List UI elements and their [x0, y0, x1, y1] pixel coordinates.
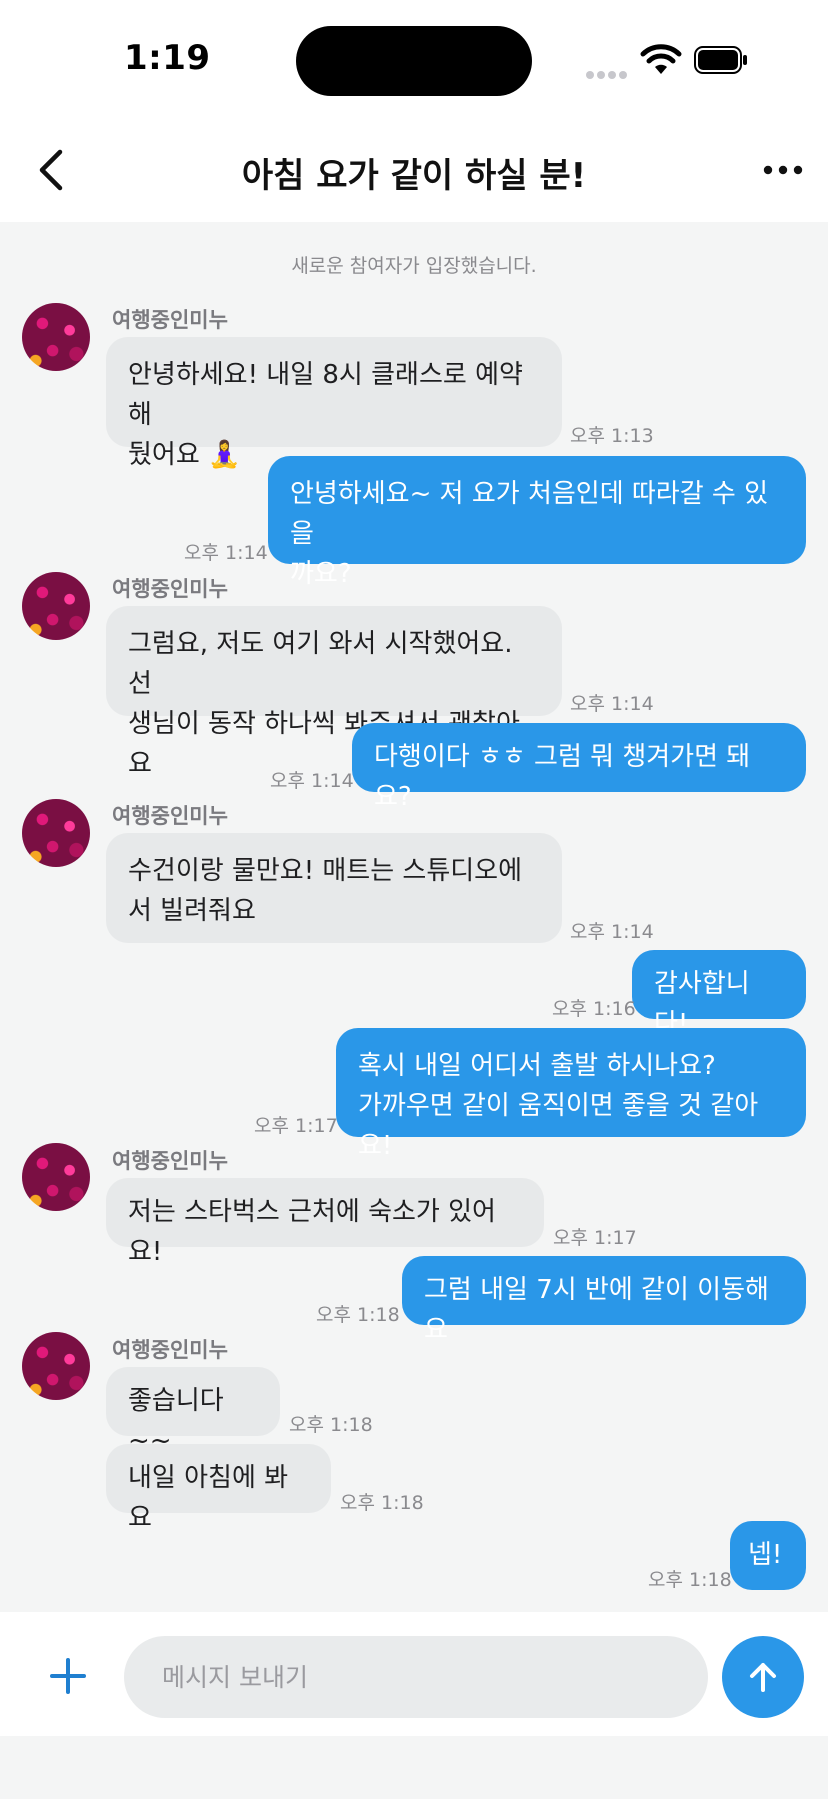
avatar[interactable] [22, 1332, 90, 1400]
message-bubble-incoming[interactable]: 좋습니다~~ [106, 1367, 280, 1456]
sender-name: 여행중인미누 [112, 1149, 228, 1173]
message-bubble-incoming[interactable]: 저는 스타벅스 근처에 숙소가 있어요! [106, 1178, 544, 1267]
message-bubble-outgoing[interactable]: 감사합니다! [632, 950, 806, 1039]
avatar[interactable] [22, 572, 90, 640]
sender-name: 여행중인미누 [112, 308, 228, 332]
status-time: 1:19 [124, 38, 211, 78]
chat-header: 아침 요가 같이 하실 분! [0, 120, 828, 222]
arrow-up-icon [750, 1663, 776, 1692]
message-time: 오후 1:18 [648, 1569, 732, 1591]
sender-name: 여행중인미누 [112, 1338, 228, 1362]
message-bubble-incoming[interactable]: 안녕하세요! 내일 8시 클래스로 예약해 뒀어요 🧘‍♀️ [106, 337, 562, 470]
avatar[interactable] [22, 303, 90, 371]
send-button[interactable] [722, 1636, 804, 1718]
avatar[interactable] [22, 799, 90, 867]
message-bubble-outgoing[interactable]: 혹시 내일 어디서 출발 하시나요? 가까우면 같이 움직이면 좋을 것 같아요… [336, 1028, 806, 1161]
message-time: 오후 1:17 [553, 1227, 637, 1249]
message-input[interactable] [124, 1636, 708, 1718]
message-time: 오후 1:14 [570, 693, 654, 715]
dynamic-island [296, 26, 532, 96]
message-time: 오후 1:14 [184, 542, 268, 564]
message-bubble-outgoing[interactable]: 그럼 내일 7시 반에 같이 이동해요 [402, 1256, 806, 1345]
message-composer [0, 1612, 828, 1736]
battery-icon [694, 46, 747, 74]
message-bubble-incoming[interactable]: 수건이랑 물만요! 매트는 스튜디오에 서 빌려줘요 [106, 833, 562, 943]
avatar[interactable] [22, 1143, 90, 1211]
more-options-icon[interactable] [758, 148, 808, 192]
sender-name: 여행중인미누 [112, 804, 228, 828]
message-time: 오후 1:18 [316, 1304, 400, 1326]
message-time: 오후 1:18 [340, 1492, 424, 1514]
message-bubble-incoming[interactable]: 내일 아침에 봐요 [106, 1444, 331, 1533]
cellular-signal-icon [586, 64, 630, 83]
message-time: 오후 1:13 [570, 425, 654, 447]
message-bubble-outgoing[interactable]: 넵! [730, 1521, 806, 1590]
message-time: 오후 1:14 [570, 921, 654, 943]
system-message: 새로운 참여자가 입장했습니다. [291, 255, 537, 277]
message-bubble-outgoing[interactable]: 다행이다 ㅎㅎ 그럼 뭐 챙겨가면 돼요? [352, 723, 806, 812]
chat-title: 아침 요가 같이 하실 분! [241, 156, 587, 196]
message-time: 오후 1:16 [552, 998, 636, 1020]
add-attachment-icon[interactable] [46, 1654, 90, 1698]
sender-name: 여행중인미누 [112, 577, 228, 601]
message-time: 오후 1:14 [270, 770, 354, 792]
message-bubble-incoming[interactable]: 그럼요, 저도 여기 와서 시작했어요. 선 생님이 동작 하나씩 봐주셔서 괜… [106, 606, 562, 779]
status-bar: 1:19 [0, 0, 828, 120]
message-time: 오후 1:17 [254, 1115, 338, 1137]
message-time: 오후 1:18 [289, 1414, 373, 1436]
message-bubble-outgoing[interactable]: 안녕하세요~ 저 요가 처음인데 따라갈 수 있을 까요? [268, 456, 806, 589]
wifi-icon [640, 44, 682, 74]
